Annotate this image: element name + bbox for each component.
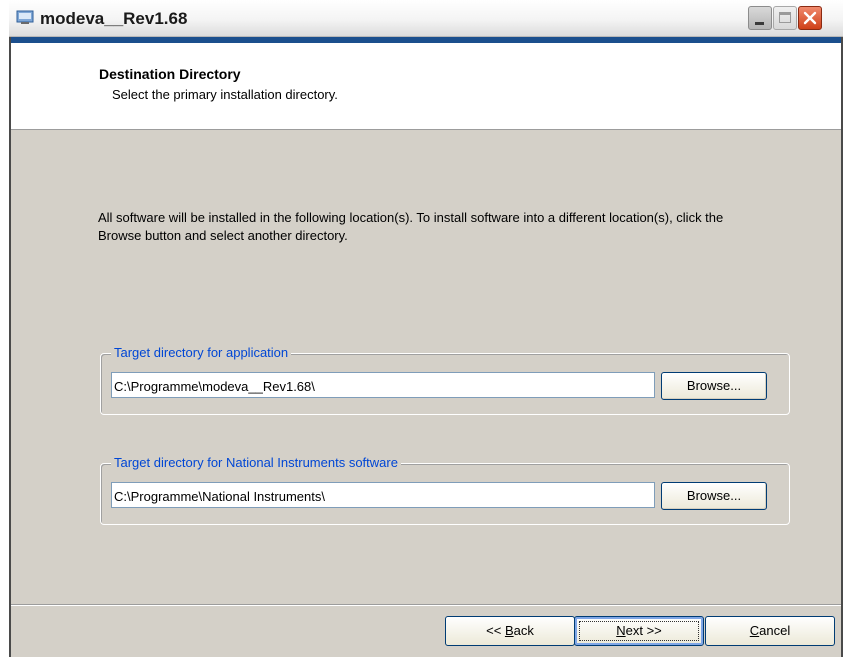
page-title: Destination Directory [99,66,241,82]
installer-icon [16,10,34,25]
page-subtitle: Select the primary installation director… [112,87,338,102]
installer-window: modeva__Rev1.68 Destination Directory Se… [9,0,843,657]
application-browse-button[interactable]: Browse... [661,372,767,400]
back-button[interactable]: << Back [445,616,575,646]
application-directory-legend: Target directory for application [111,345,292,361]
ni-directory-group: Target directory for National Instrument… [100,455,790,525]
cancel-button-accesskey: C [749,623,760,638]
window-title: modeva__Rev1.68 [40,9,188,28]
maximize-icon[interactable] [773,6,797,30]
back-button-accesskey: B [504,623,514,638]
cancel-button[interactable]: Cancel [705,616,835,646]
ni-browse-button[interactable]: Browse... [661,482,767,510]
back-button-prefix: << [486,623,505,638]
intro-text: All software will be installed in the fo… [98,210,724,243]
next-button[interactable]: Next >> [574,616,704,646]
ni-directory-field[interactable] [111,482,655,508]
window-border-left [9,37,11,657]
back-button-label: ack [513,623,534,638]
header-divider [11,129,841,130]
page-header: Destination Directory Select the primary… [11,43,841,129]
close-icon[interactable] [798,6,822,30]
application-directory-group: Target directory for application Browse.… [100,345,790,415]
application-directory-field[interactable] [111,372,655,398]
footer-divider [11,604,841,606]
minimize-icon[interactable] [748,6,772,30]
next-button-focus-ring [579,621,699,641]
title-bar[interactable]: modeva__Rev1.68 [9,0,843,37]
cancel-button-label: ancel [759,623,791,638]
ni-directory-legend: Target directory for National Instrument… [111,455,401,471]
